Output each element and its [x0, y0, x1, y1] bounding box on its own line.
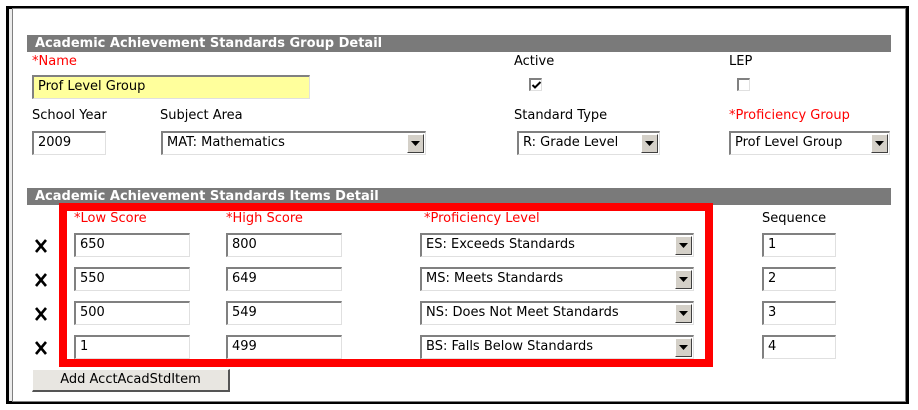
lep-checkbox[interactable] — [737, 78, 750, 91]
sequence-field[interactable]: 1 — [762, 233, 836, 257]
sequence-field[interactable]: 4 — [762, 335, 836, 359]
active-checkbox[interactable] — [529, 78, 542, 91]
name-label: *Name — [32, 54, 77, 69]
delete-x-icon[interactable] — [34, 306, 48, 322]
add-acct-acad-std-item-button[interactable]: Add AcctAcadStdItem — [32, 369, 230, 392]
subject-area-label: Subject Area — [160, 108, 243, 123]
proficiency-group-label: *Proficiency Group — [729, 108, 850, 123]
school-year-field[interactable]: 2009 — [32, 131, 106, 155]
sequence-column-header: Sequence — [762, 211, 827, 226]
standard-type-select[interactable]: R: Grade Level — [517, 131, 660, 155]
active-label: Active — [514, 54, 555, 69]
lep-label: LEP — [729, 54, 753, 69]
chevron-down-icon[interactable] — [871, 134, 888, 153]
section-spacer — [27, 171, 891, 181]
delete-x-icon[interactable] — [34, 340, 48, 356]
highlight-annotation-box — [59, 203, 713, 367]
proficiency-group-select[interactable]: Prof Level Group — [729, 131, 890, 155]
delete-x-icon[interactable] — [34, 238, 48, 254]
group-detail-header: Academic Achievement Standards Group Det… — [27, 35, 891, 52]
subject-area-value: MAT: Mathematics — [167, 135, 285, 150]
chevron-down-icon[interactable] — [407, 134, 424, 153]
subject-area-select[interactable]: MAT: Mathematics — [161, 131, 426, 155]
sequence-field[interactable]: 3 — [762, 301, 836, 325]
name-field[interactable]: Prof Level Group — [32, 75, 310, 99]
proficiency-group-value: Prof Level Group — [735, 135, 843, 150]
school-year-label: School Year — [32, 108, 107, 123]
checkmark-icon — [531, 81, 542, 89]
standard-type-label: Standard Type — [514, 108, 608, 123]
standard-type-value: R: Grade Level — [523, 135, 619, 150]
delete-x-icon[interactable] — [34, 272, 48, 288]
chevron-down-icon[interactable] — [641, 134, 658, 153]
sequence-field[interactable]: 2 — [762, 267, 836, 291]
